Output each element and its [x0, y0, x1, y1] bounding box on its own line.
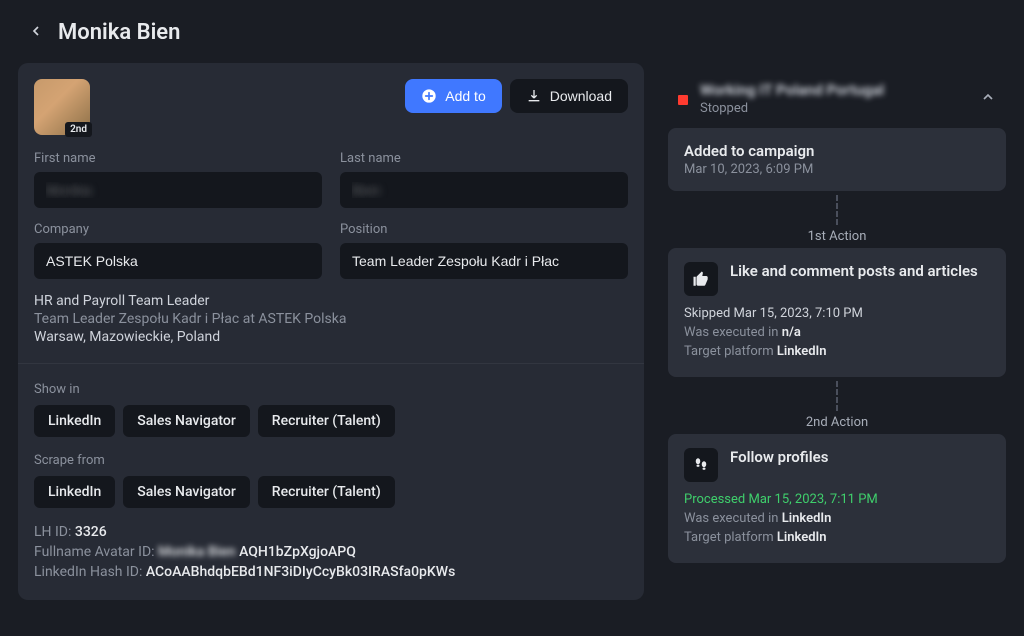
- company-input[interactable]: [34, 243, 322, 279]
- action1-exec: Was executed in n/a: [684, 325, 990, 340]
- download-button[interactable]: Download: [510, 79, 628, 113]
- action2-label: 2nd Action: [668, 415, 1006, 430]
- action1-title: Like and comment posts and articles: [730, 262, 978, 282]
- role-text: HR and Payroll Team Leader: [34, 293, 628, 309]
- lh-id-line: LH ID: 3326: [34, 524, 628, 540]
- chevron-left-icon: [28, 23, 44, 39]
- show-in-chip-linkedin[interactable]: LinkedIn: [34, 405, 115, 437]
- avatar-wrap: 2nd: [34, 79, 90, 135]
- campaign-name: Working IT Poland Portugal: [700, 81, 884, 99]
- divider: [18, 363, 644, 364]
- chevron-up-icon: [980, 89, 996, 105]
- added-time: Mar 10, 2023, 6:09 PM: [684, 162, 990, 177]
- scrape-from-label: Scrape from: [34, 453, 628, 468]
- collapse-button[interactable]: [980, 89, 996, 109]
- action1-status: Skipped Mar 15, 2023, 7:10 PM: [684, 306, 990, 321]
- position-input[interactable]: [340, 243, 628, 279]
- show-in-label: Show in: [34, 382, 628, 397]
- campaign-header[interactable]: Working IT Poland Portugal Stopped: [668, 63, 1006, 128]
- action1-card: Like and comment posts and articles Skip…: [668, 248, 1006, 377]
- show-in-chip-salesnav[interactable]: Sales Navigator: [123, 405, 250, 437]
- timeline-connector: [836, 195, 838, 225]
- back-button[interactable]: [28, 23, 44, 43]
- action2-status: Processed Mar 15, 2023, 7:11 PM: [684, 492, 990, 507]
- profile-card: 2nd Add to Download First name: [18, 63, 644, 600]
- action2-exec: Was executed in LinkedIn: [684, 511, 990, 526]
- action1-label: 1st Action: [668, 229, 1006, 244]
- add-to-label: Add to: [445, 88, 485, 104]
- last-name-label: Last name: [340, 151, 628, 166]
- company-label: Company: [34, 222, 322, 237]
- hash-id-line: LinkedIn Hash ID: ACoAABhdqbEBd1NF3iDIyC…: [34, 564, 628, 580]
- add-to-button[interactable]: Add to: [405, 79, 501, 113]
- thumbs-up-icon: [684, 262, 718, 296]
- added-title: Added to campaign: [684, 142, 990, 160]
- campaign-status: Stopped: [700, 101, 884, 116]
- scrape-chip-linkedin[interactable]: LinkedIn: [34, 476, 115, 508]
- first-name-label: First name: [34, 151, 322, 166]
- location-text: Warsaw, Mazowieckie, Poland: [34, 329, 628, 345]
- added-to-campaign-card: Added to campaign Mar 10, 2023, 6:09 PM: [668, 128, 1006, 191]
- connection-badge: 2nd: [65, 122, 92, 137]
- plus-circle-icon: [421, 88, 437, 104]
- avatar-id-line: Fullname Avatar ID: Monika Bien AQH1bZpX…: [34, 544, 628, 560]
- download-label: Download: [550, 88, 612, 104]
- first-name-input[interactable]: [34, 172, 322, 208]
- headline-text: Team Leader Zespołu Kadr i Płac at ASTEK…: [34, 311, 628, 327]
- page-title: Monika Bien: [58, 20, 180, 45]
- position-label: Position: [340, 222, 628, 237]
- action2-platform: Target platform LinkedIn: [684, 530, 990, 545]
- action1-platform: Target platform LinkedIn: [684, 344, 990, 359]
- scrape-chip-recruiter[interactable]: Recruiter (Talent): [258, 476, 395, 508]
- action2-card: Follow profiles Processed Mar 15, 2023, …: [668, 434, 1006, 563]
- show-in-chip-recruiter[interactable]: Recruiter (Talent): [258, 405, 395, 437]
- download-icon: [526, 88, 542, 104]
- stop-icon: [678, 95, 688, 105]
- timeline-connector: [836, 381, 838, 411]
- footprints-icon: [684, 448, 718, 482]
- scrape-chip-salesnav[interactable]: Sales Navigator: [123, 476, 250, 508]
- last-name-input[interactable]: [340, 172, 628, 208]
- action2-title: Follow profiles: [730, 448, 828, 468]
